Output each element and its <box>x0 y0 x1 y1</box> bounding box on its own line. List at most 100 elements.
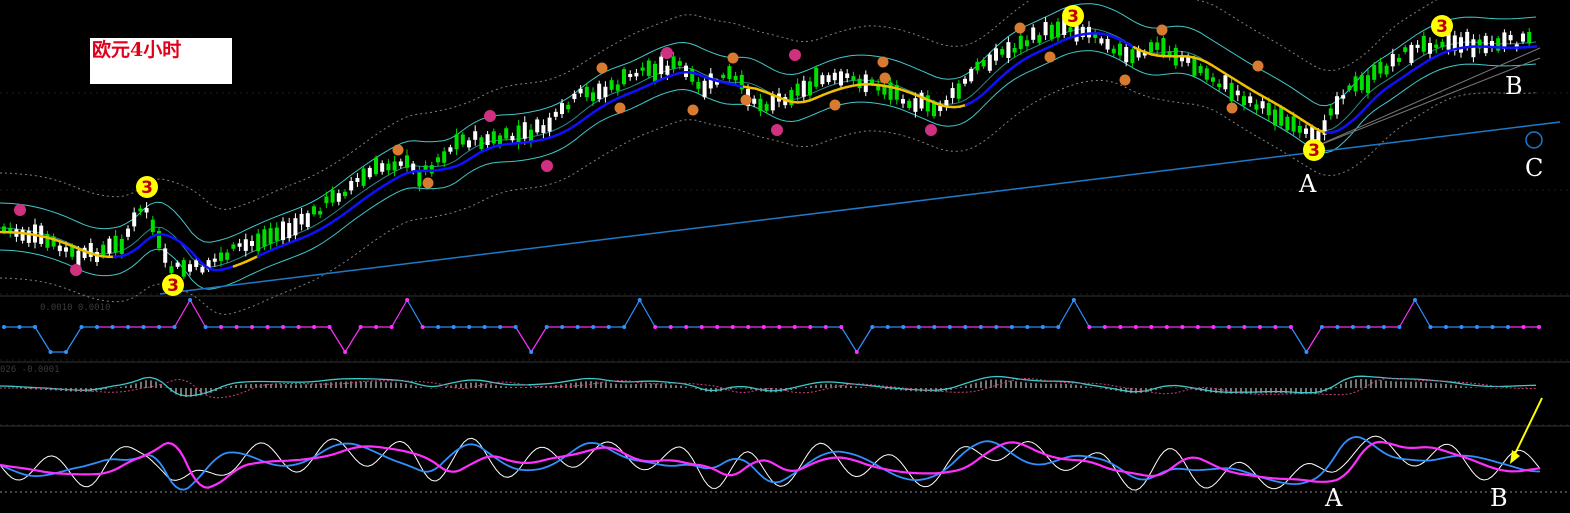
wave-dot <box>126 325 131 329</box>
wave-line <box>65 326 83 353</box>
candle-body <box>1521 33 1525 42</box>
candle-body <box>231 244 236 249</box>
candle-body <box>975 61 980 71</box>
macd-line <box>0 375 1537 397</box>
candle-body <box>1037 35 1042 43</box>
wave-dot <box>420 325 425 329</box>
wave-3-marker-label: 3 <box>1436 17 1448 37</box>
candle-body <box>696 81 701 89</box>
wave-dot <box>48 350 53 354</box>
candle-body <box>380 163 385 172</box>
candle-body <box>305 213 310 228</box>
candle-body <box>1508 34 1513 41</box>
candle-body <box>1260 101 1265 109</box>
swing-marker-pink <box>70 264 82 276</box>
candle-body <box>1310 126 1315 141</box>
swing-marker-minor <box>879 72 891 84</box>
candle-body <box>547 117 552 132</box>
wave-dot <box>265 325 270 329</box>
wave-line <box>515 326 532 353</box>
wave-dot <box>870 325 875 329</box>
wave-dot <box>544 325 549 329</box>
candle-body <box>417 170 422 187</box>
candle-body <box>1074 25 1079 42</box>
candle-body <box>1359 75 1364 91</box>
candle-body <box>1397 57 1401 62</box>
candle-body <box>665 65 670 75</box>
candle-body <box>367 167 372 178</box>
wave-dot <box>792 325 797 329</box>
candle-body <box>119 238 124 254</box>
candle-body <box>318 210 323 215</box>
candle-body <box>479 137 484 149</box>
candle-body <box>113 235 118 253</box>
candle-body <box>566 104 571 110</box>
wave-dot <box>219 325 224 329</box>
candle-body <box>491 131 496 144</box>
wave-dot <box>1288 325 1293 329</box>
wave-dot <box>1257 325 1262 329</box>
candle-body <box>814 67 819 87</box>
candle-body <box>1291 116 1296 132</box>
swing-marker-minor <box>392 144 404 156</box>
swing-marker-pink <box>789 49 801 61</box>
wave-dot <box>1195 325 1200 329</box>
candle-body <box>1229 82 1234 102</box>
candle-body <box>1099 38 1104 44</box>
forex-chart: 3 3 3 3 3 <box>0 0 1570 493</box>
candle-body <box>454 134 459 150</box>
candle-body <box>541 125 546 133</box>
wave-dot <box>730 325 735 329</box>
candle-body <box>1235 90 1240 96</box>
candle-body <box>1025 40 1029 47</box>
candle-body <box>1248 96 1253 103</box>
candle-body <box>603 86 608 98</box>
candle-body <box>1043 21 1048 36</box>
candle-body <box>721 74 726 78</box>
candle-body <box>659 56 664 75</box>
candle-body <box>20 229 25 241</box>
candle-body <box>553 111 558 117</box>
candle-body <box>287 223 292 239</box>
swing-marker-minor <box>1014 22 1026 34</box>
wave-dot <box>358 325 363 329</box>
wave-dot <box>1319 325 1324 329</box>
candle-body <box>615 84 620 91</box>
candle-body <box>1415 44 1420 48</box>
candle-body <box>510 135 515 141</box>
candle-body <box>584 86 589 98</box>
candle-body <box>188 264 192 272</box>
candle-body <box>1161 38 1166 56</box>
candle-body <box>467 140 471 148</box>
candle-body <box>175 262 180 267</box>
candle-body <box>219 252 223 261</box>
wave-dot <box>978 325 983 329</box>
label-osc-a: A <box>1325 484 1343 512</box>
candle-body <box>262 229 267 247</box>
candle-body <box>256 233 261 252</box>
wave-dot <box>1118 325 1123 329</box>
candle-body <box>1211 77 1215 82</box>
candle-body <box>1428 42 1432 54</box>
candle-body <box>1018 35 1023 49</box>
candle-body <box>907 100 912 108</box>
wave-dot <box>560 325 565 329</box>
candle-body <box>1353 76 1358 92</box>
wave-line <box>406 299 424 328</box>
wave-dot <box>777 325 782 329</box>
candle-body <box>677 61 682 66</box>
wave-dot <box>1537 325 1541 329</box>
candle-body <box>901 99 905 104</box>
wave-dot <box>1366 325 1371 329</box>
wave-line <box>34 326 52 353</box>
wave-dot <box>684 325 689 329</box>
candle-body <box>64 247 68 252</box>
wave-line <box>1290 326 1307 353</box>
wave-dot <box>1397 325 1402 329</box>
candle-body <box>2 226 6 232</box>
wave-dot <box>281 325 286 329</box>
trendline-ac <box>159 121 1561 295</box>
wave-dot <box>1428 325 1433 329</box>
wave-line <box>530 326 548 353</box>
candle-body <box>969 68 974 82</box>
